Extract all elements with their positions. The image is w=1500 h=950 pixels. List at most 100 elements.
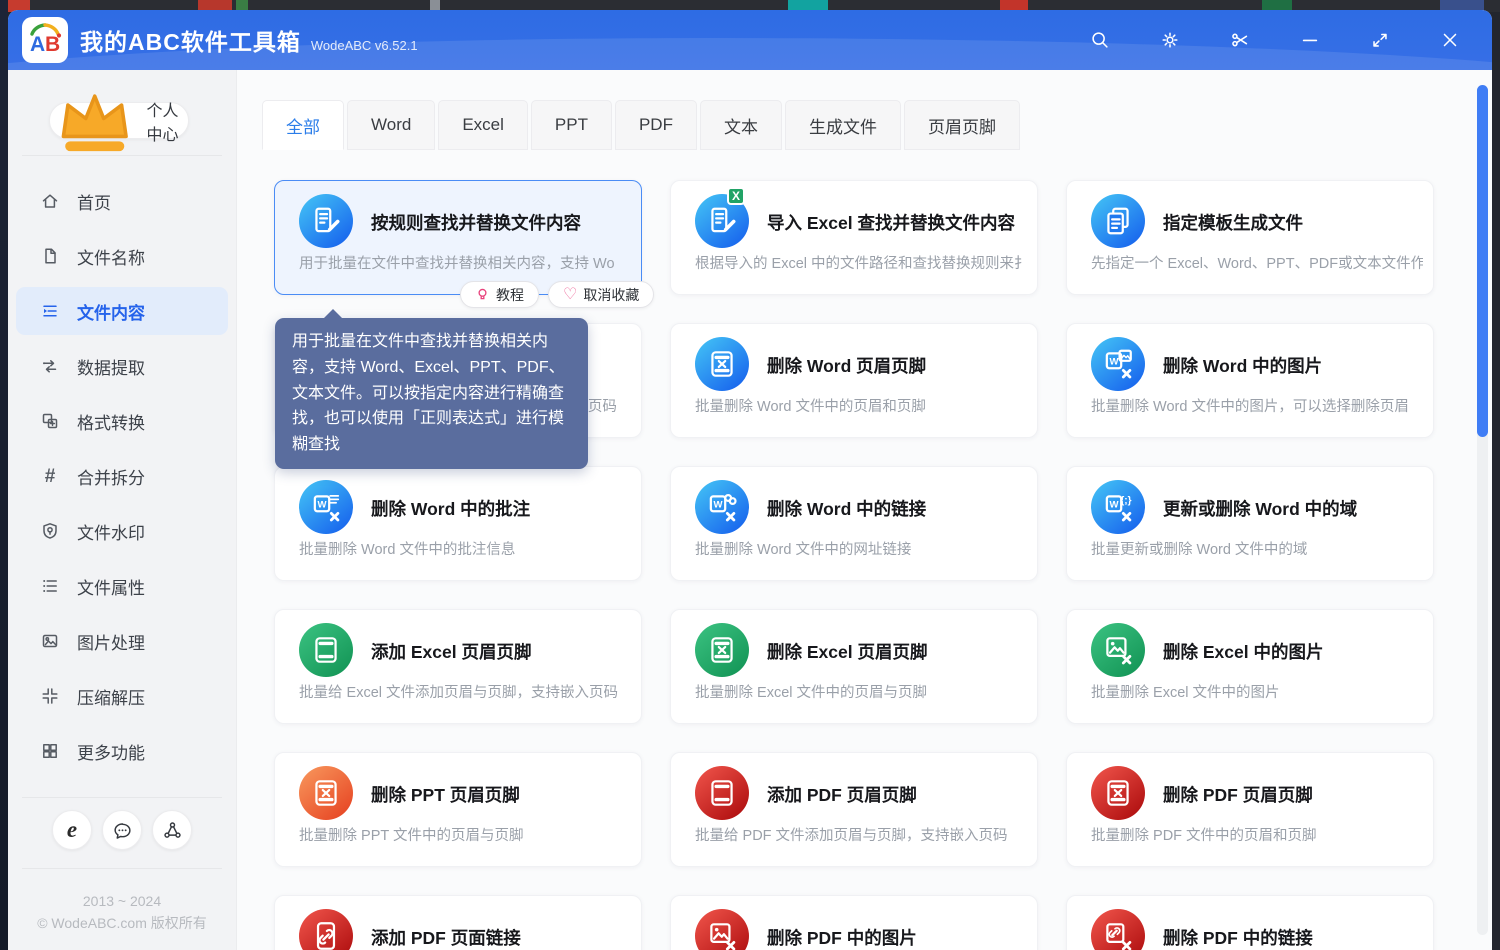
feature-card[interactable]: 删除 PDF 中的链接 — [1066, 895, 1434, 950]
feature-card[interactable]: W {;} 更新或删除 Word 中的域 批量更新或删除 Word 文件中的域 — [1066, 466, 1434, 581]
feature-card[interactable]: 删除 PDF 页眉页脚 批量删除 PDF 文件中的页眉和页脚 — [1066, 752, 1434, 867]
feature-icon — [695, 337, 749, 391]
feature-title: 按规则查找并替换文件内容 — [371, 213, 581, 233]
feature-title: 删除 Word 页眉页脚 — [767, 356, 927, 376]
feature-icon — [1091, 909, 1145, 950]
feature-card[interactable]: 添加 Excel 页眉页脚 批量给 Excel 文件添加页眉与页脚，支持嵌入页码 — [274, 609, 642, 724]
chat-icon[interactable] — [102, 810, 142, 850]
feature-card[interactable]: 删除 PPT 页眉页脚 批量删除 PPT 文件中的页眉与页脚 — [274, 752, 642, 867]
titlebar: A B 我的ABC软件工具箱 WodeABC v6.52.1 — [8, 10, 1492, 70]
feature-desc: 根据导入的 Excel 中的文件路径和查找替换规则来扌 — [695, 256, 1027, 272]
feature-card[interactable]: 删除 Excel 中的图片 批量删除 Excel 文件中的图片 — [1066, 609, 1434, 724]
scissors-icon[interactable] — [1228, 28, 1252, 52]
feature-title: 添加 Excel 页眉页脚 — [371, 642, 532, 662]
divider — [22, 868, 222, 869]
svg-text:A: A — [30, 33, 45, 56]
extract-icon — [40, 356, 60, 376]
share-icon[interactable] — [152, 810, 192, 850]
feature-icon — [299, 194, 353, 248]
sidebar-item-more[interactable]: 更多功能 — [16, 727, 228, 775]
sidebar-item-props[interactable]: 文件属性 — [16, 562, 228, 610]
feature-title: 删除 PDF 中的图片 — [767, 928, 917, 948]
scrollbar-thumb[interactable] — [1477, 85, 1488, 437]
feature-icon — [299, 766, 353, 820]
sidebar-footer-icons: e — [8, 810, 236, 850]
profile-center-button[interactable]: 个人中心 — [49, 94, 189, 151]
feature-icon — [299, 623, 353, 677]
maximize-icon[interactable] — [1368, 28, 1392, 52]
sidebar-item-list-indent[interactable]: 文件内容 — [16, 287, 228, 335]
feature-desc: 用于批量在文件中查找并替换相关内容，支持 Wo — [299, 256, 615, 272]
feature-icon — [1091, 766, 1145, 820]
unfavorite-button[interactable]: ♡ 取消收藏 — [548, 281, 655, 308]
feature-icon: W {;} — [1091, 480, 1145, 534]
feature-desc: 批量删除 Excel 文件中的图片 — [1091, 685, 1280, 701]
sidebar-item-convert[interactable]: 格式转换 — [16, 397, 228, 445]
content-area: 全部 Word Excel PPT PDF 文本 生成文件 页眉页脚 按规则查找并替换文件内容… — [237, 70, 1492, 950]
search-icon[interactable] — [1088, 28, 1112, 52]
feature-title: 删除 PDF 页眉页脚 — [1163, 785, 1313, 805]
feature-card[interactable]: W 删除 Word 中的图片 批量删除 Word 文件中的图片，可以选择删除页眉 — [1066, 323, 1434, 438]
sidebar-item-watermark[interactable]: 文件水印 — [16, 507, 228, 555]
sidebar-item-label: 文件内容 — [77, 303, 145, 323]
sidebar-menu: 首页文件名称文件内容数据提取格式转换 # 合并拆分文件水印文件属性图片处理压缩解压更… — [16, 177, 228, 782]
tab-生成文件[interactable]: 生成文件 — [784, 100, 901, 150]
unfavorite-label: 取消收藏 — [583, 286, 640, 303]
tab-PPT[interactable]: PPT — [530, 100, 612, 150]
tutorial-button[interactable]: 教程 — [460, 281, 539, 308]
feature-card[interactable]: 删除 Word 页眉页脚 批量删除 Word 文件中的页眉和页脚 — [670, 323, 1038, 438]
feature-card[interactable]: 添加 PDF 页面链接 — [274, 895, 642, 950]
sidebar-item-home[interactable]: 首页 — [16, 177, 228, 225]
feature-card[interactable]: 导入 Excel 查找并替换文件内容 根据导入的 Excel 中的文件路径和查找… — [670, 180, 1038, 295]
feature-icon — [695, 766, 749, 820]
feature-icon: W — [695, 480, 749, 534]
feature-icon — [1091, 194, 1145, 248]
doc-icon — [40, 246, 60, 266]
sidebar-item-label: 文件水印 — [77, 523, 145, 543]
sidebar-item-hash[interactable]: # 合并拆分 — [16, 452, 228, 500]
tab-bar: 全部 Word Excel PPT PDF 文本 生成文件 页眉页脚 — [262, 100, 1023, 150]
profile-center-label: 个人中心 — [146, 102, 179, 144]
feature-card[interactable]: 添加 PDF 页眉页脚 批量给 PDF 文件添加页眉与页脚，支持嵌入页码 — [670, 752, 1038, 867]
sidebar-item-extract[interactable]: 数据提取 — [16, 342, 228, 390]
tab-PDF[interactable]: PDF — [614, 100, 697, 150]
feature-icon — [1091, 623, 1145, 677]
divider — [22, 155, 222, 156]
feature-desc: 批量删除 Word 文件中的批注信息 — [299, 542, 516, 558]
svg-text:W: W — [1109, 500, 1118, 511]
minimize-icon[interactable] — [1298, 28, 1322, 52]
feature-card[interactable]: W 删除 Word 中的批注 批量删除 Word 文件中的批注信息 — [274, 466, 642, 581]
feature-card[interactable]: 删除 Excel 页眉页脚 批量删除 Excel 文件中的页眉与页脚 — [670, 609, 1038, 724]
feature-card[interactable]: 指定模板生成文件 先指定一个 Excel、Word、PPT、PDF或文本文件作 — [1066, 180, 1434, 295]
ie-browser-icon[interactable]: e — [52, 810, 92, 850]
feature-title: 添加 PDF 页面链接 — [371, 928, 521, 948]
settings-icon[interactable] — [1158, 28, 1182, 52]
sidebar-item-image[interactable]: 图片处理 — [16, 617, 228, 665]
excel-badge-icon: X — [727, 187, 745, 205]
sidebar-item-label: 更多功能 — [77, 743, 145, 763]
tab-文本[interactable]: 文本 — [699, 100, 782, 150]
svg-text:B: B — [45, 33, 60, 56]
image-icon — [40, 631, 60, 651]
feature-icon — [695, 623, 749, 677]
feature-title: 删除 PPT 页眉页脚 — [371, 785, 520, 805]
sidebar-item-doc[interactable]: 文件名称 — [16, 232, 228, 280]
feature-card[interactable]: 删除 PDF 中的图片 — [670, 895, 1038, 950]
svg-text:{;}: {;} — [1120, 495, 1131, 506]
feature-desc: 批量删除 Word 文件中的图片，可以选择删除页眉 — [1091, 399, 1409, 415]
close-icon[interactable] — [1438, 28, 1462, 52]
feature-card[interactable]: 按规则查找并替换文件内容 用于批量在文件中查找并替换相关内容，支持 Wo — [274, 180, 642, 295]
feature-title: 删除 Excel 中的图片 — [1163, 642, 1324, 662]
sidebar: 个人中心 首页文件名称文件内容数据提取格式转换 # 合并拆分文件水印文件属性图片处理… — [8, 70, 237, 950]
app-version: WodeABC v6.52.1 — [310, 37, 418, 53]
app-title: 我的ABC软件工具箱 — [80, 29, 301, 55]
feature-desc: 批量给 PDF 文件添加页眉与页脚，支持嵌入页码 — [695, 828, 1008, 844]
tab-Word[interactable]: Word — [347, 100, 436, 150]
tab-Excel[interactable]: Excel — [438, 100, 528, 150]
feature-card[interactable]: W 删除 Word 中的链接 批量删除 Word 文件中的网址链接 — [670, 466, 1038, 581]
feature-title: 添加 PDF 页眉页脚 — [767, 785, 917, 805]
tab-全部[interactable]: 全部 — [262, 100, 344, 150]
tab-页眉页脚[interactable]: 页眉页脚 — [903, 100, 1020, 150]
sidebar-item-label: 格式转换 — [77, 413, 145, 433]
sidebar-item-compress[interactable]: 压缩解压 — [16, 672, 228, 720]
